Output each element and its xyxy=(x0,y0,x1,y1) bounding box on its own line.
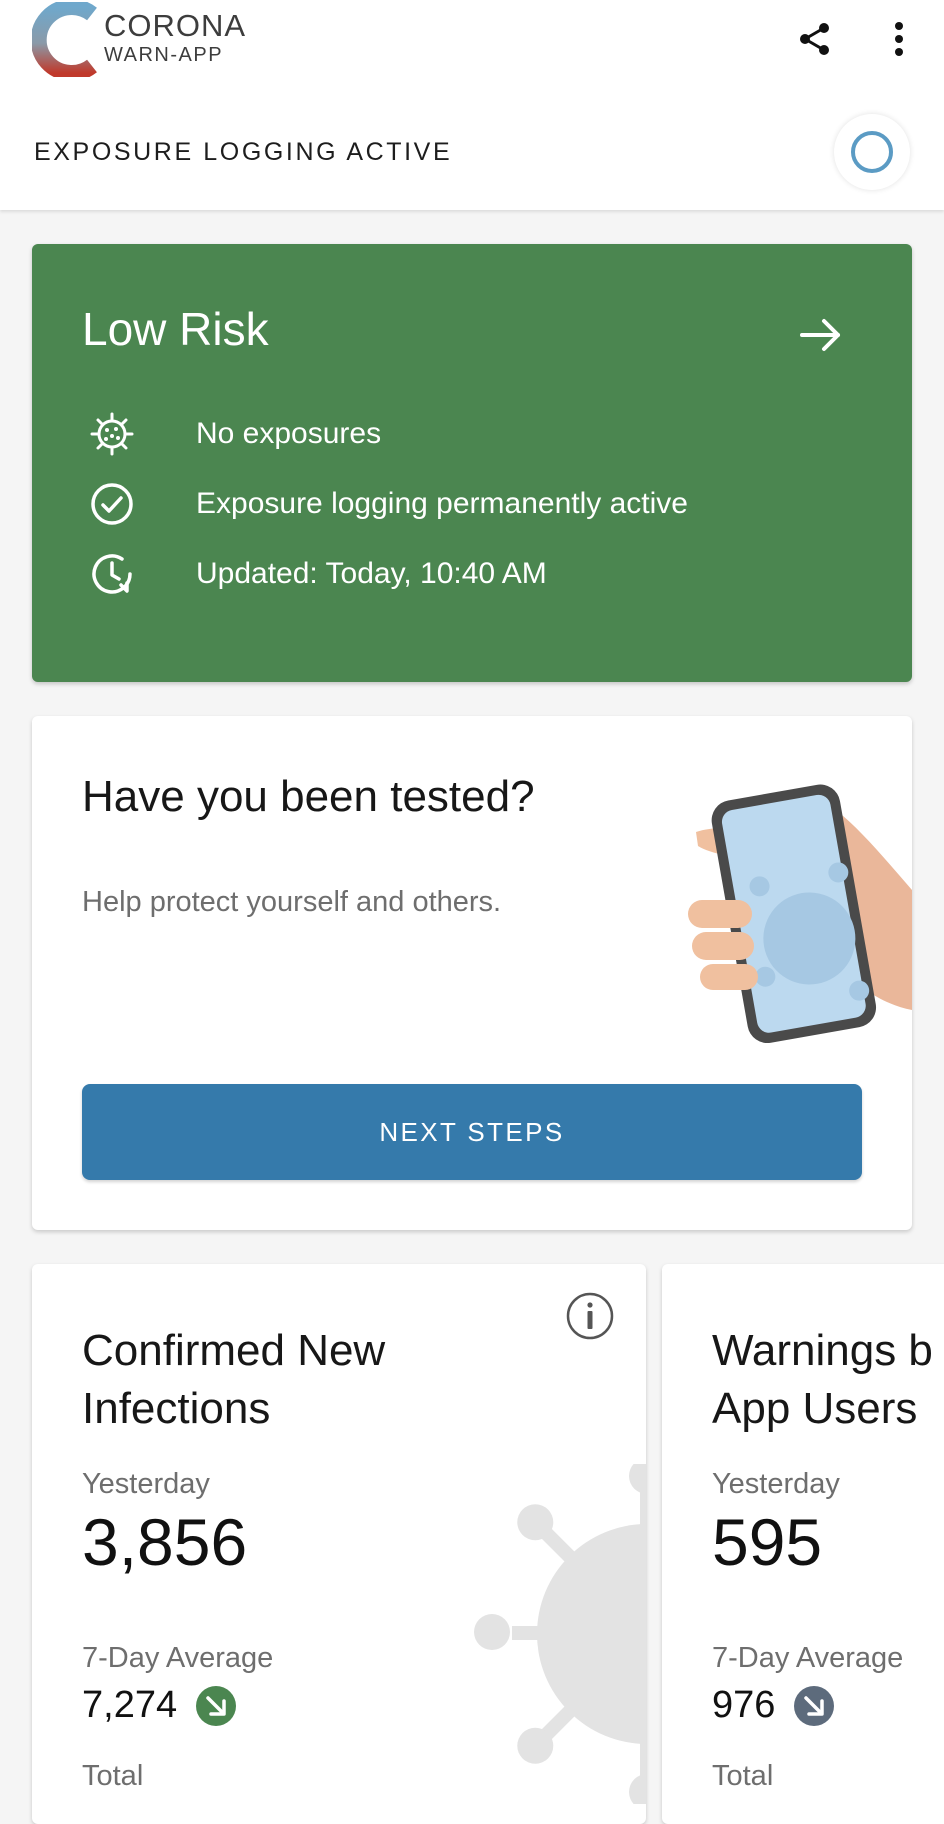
app-header: CORONA WARN-APP EXPOSURE LOGGING ACTIVE xyxy=(0,0,944,210)
app-wordmark: CORONA WARN-APP xyxy=(104,10,246,65)
total-label: Total xyxy=(712,1760,774,1792)
average-label: 7-Day Average xyxy=(712,1642,904,1674)
statistics-title-line-1: Confirmed New xyxy=(82,1326,386,1375)
trend-down-icon xyxy=(794,1685,835,1726)
total-label: Total xyxy=(82,1760,144,1792)
risk-row-logging-text: Exposure logging permanently active xyxy=(196,487,688,520)
info-icon[interactable] xyxy=(564,1290,616,1342)
app-subtitle: WARN-APP xyxy=(104,44,224,66)
next-steps-button[interactable]: NEXT STEPS xyxy=(82,1084,862,1180)
app-name: CORONA xyxy=(104,8,247,43)
tested-card-subtitle: Help protect yourself and others. xyxy=(82,886,502,918)
yesterday-value: 3,856 xyxy=(82,1505,248,1579)
risk-row-exposures-text: No exposures xyxy=(196,417,382,450)
average-value: 7,274 xyxy=(82,1684,178,1726)
risk-level-title: Low Risk xyxy=(82,303,269,355)
app-logo xyxy=(32,2,97,77)
average-row: 7,274 xyxy=(82,1684,237,1727)
status-ring-icon xyxy=(851,131,893,173)
tested-card: Have you been tested? Help protect yours… xyxy=(32,716,912,1230)
yesterday-label: Yesterday xyxy=(82,1468,210,1500)
virus-icon xyxy=(82,404,142,464)
clock-refresh-icon xyxy=(82,544,142,604)
yesterday-label: Yesterday xyxy=(712,1468,840,1500)
risk-row-exposures: No exposures xyxy=(82,404,381,464)
statistics-card-warnings: Warnings b App Users Yesterday 595 7-Day… xyxy=(662,1264,944,1824)
risk-row-updated-text: Updated: Today, 10:40 AM xyxy=(196,557,547,590)
average-value: 976 xyxy=(712,1684,776,1726)
trend-down-icon xyxy=(196,1685,237,1726)
statistics-title: Warnings b App Users xyxy=(712,1322,933,1438)
statistics-title-line-1: Warnings b xyxy=(712,1326,933,1375)
more-options-button[interactable] xyxy=(874,14,924,64)
share-button[interactable] xyxy=(790,14,840,64)
exposure-logging-indicator[interactable] xyxy=(834,114,910,190)
risk-row-logging: Exposure logging permanently active xyxy=(82,474,688,534)
exposure-logging-status: EXPOSURE LOGGING ACTIVE xyxy=(34,138,453,166)
average-label: 7-Day Average xyxy=(82,1642,274,1674)
phone-in-hand-illustration xyxy=(688,784,912,1044)
average-row: 976 xyxy=(712,1684,835,1727)
statistics-title: Confirmed New Infections xyxy=(82,1322,385,1438)
more-vertical-icon xyxy=(895,22,903,56)
statistics-card-infections: Confirmed New Infections Yesterday 3,856… xyxy=(32,1264,646,1824)
statistics-title-line-2: Infections xyxy=(82,1384,271,1433)
arrow-right-icon xyxy=(800,319,840,351)
yesterday-value: 595 xyxy=(712,1505,823,1579)
virus-background-icon xyxy=(474,1464,646,1804)
risk-row-updated: Updated: Today, 10:40 AM xyxy=(82,544,547,604)
risk-card[interactable]: Low Risk No exposures Exposure logging p… xyxy=(32,244,912,682)
check-circle-icon xyxy=(82,474,142,534)
statistics-title-line-2: App Users xyxy=(712,1384,918,1433)
share-icon xyxy=(800,23,829,55)
tested-card-title: Have you been tested? xyxy=(82,772,535,821)
